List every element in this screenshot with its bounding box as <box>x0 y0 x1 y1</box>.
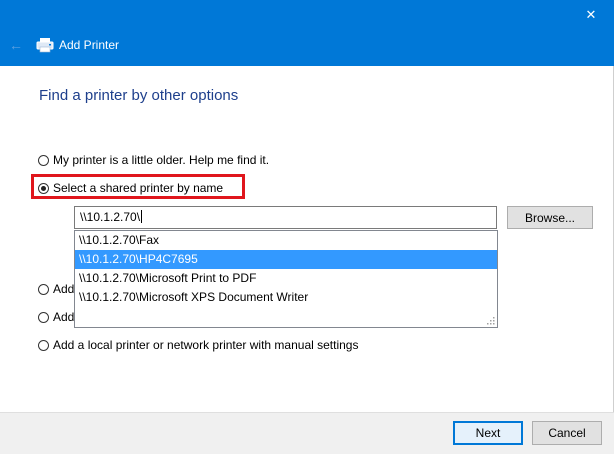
suggestion-item[interactable]: \\10.1.2.70\HP4C7695 <box>75 250 497 269</box>
suggestion-item[interactable]: \\10.1.2.70\Fax <box>75 231 497 250</box>
option-local-printer-label: Add a local printer or network printer w… <box>53 338 359 352</box>
text-caret <box>141 210 143 223</box>
radio-older-printer[interactable] <box>38 154 49 166</box>
option-add-4[interactable]: Add <box>38 310 74 324</box>
window-title: Add Printer <box>59 38 120 52</box>
back-arrow-icon: ← <box>9 37 23 53</box>
add-printer-window: ✕ ← Add Printer Find a printer by other … <box>0 0 614 454</box>
resize-grip-icon[interactable] <box>485 315 495 325</box>
shared-printer-input[interactable]: \\10.1.2.70\ <box>74 206 497 229</box>
autocomplete-dropdown: \\10.1.2.70\Fax \\10.1.2.70\HP4C7695 \\1… <box>74 230 498 328</box>
title-bar: ✕ ← Add Printer <box>0 0 614 66</box>
option-local-printer[interactable]: Add a local printer or network printer w… <box>38 338 358 352</box>
option-older-printer-label: My printer is a little older. Help me fi… <box>53 153 270 167</box>
suggestion-item[interactable]: \\10.1.2.70\Microsoft Print to PDF <box>75 269 497 288</box>
option-older-printer[interactable]: My printer is a little older. Help me fi… <box>38 153 269 167</box>
shared-printer-input-value: \\10.1.2.70\ <box>80 210 141 224</box>
radio-add-3[interactable] <box>38 283 49 295</box>
printer-icon <box>36 38 54 53</box>
suggestion-item[interactable]: \\10.1.2.70\Microsoft XPS Document Write… <box>75 288 497 307</box>
browse-button[interactable]: Browse... <box>507 206 593 229</box>
page-heading: Find a printer by other options <box>39 87 239 104</box>
next-button[interactable]: Next <box>453 421 523 445</box>
radio-local-printer[interactable] <box>38 339 49 351</box>
option-add-3-label: Add <box>53 282 75 296</box>
back-button[interactable]: ← <box>6 36 26 54</box>
red-highlight-box <box>31 174 245 199</box>
cancel-button[interactable]: Cancel <box>532 421 602 445</box>
close-button[interactable]: ✕ <box>568 0 614 30</box>
close-icon: ✕ <box>585 7 597 22</box>
radio-add-4[interactable] <box>38 311 49 323</box>
option-add-3[interactable]: Add <box>38 282 74 296</box>
option-add-4-label: Add <box>53 310 75 324</box>
